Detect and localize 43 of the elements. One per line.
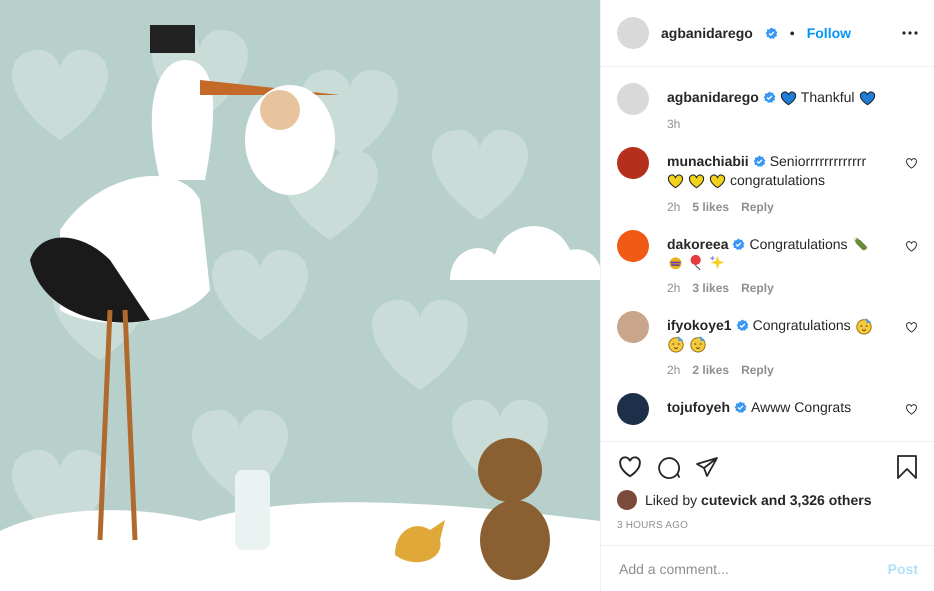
comment-text: congratulations	[730, 171, 825, 190]
comment-likes[interactable]: 5 likes	[692, 200, 730, 214]
comment-username[interactable]: tojufoyeh	[667, 398, 730, 417]
party-face-icon	[667, 335, 685, 353]
separator-dot: •	[790, 25, 795, 41]
share-icon[interactable]	[695, 455, 719, 479]
liker-avatar[interactable]	[617, 490, 637, 510]
like-icon[interactable]	[617, 454, 643, 480]
party-face-icon	[854, 316, 873, 334]
comment-time: 2h	[667, 281, 680, 295]
like-comment-icon[interactable]	[905, 321, 918, 334]
like-comment-icon[interactable]	[905, 157, 918, 170]
comment-username[interactable]: ifyokoye1	[667, 316, 732, 335]
comment-username[interactable]: dakoreea	[667, 235, 728, 254]
comment-username[interactable]: agbanidarego	[667, 88, 759, 107]
comment-icon[interactable]	[657, 455, 681, 479]
comment-avatar[interactable]	[617, 393, 649, 425]
comment-text: Thankful	[800, 88, 854, 107]
party-face-icon	[689, 335, 707, 353]
comment-time: 2h	[667, 363, 680, 377]
comment-avatar[interactable]	[617, 147, 649, 179]
sparkles-icon	[709, 254, 726, 271]
comment-text: Awww Congrats	[751, 398, 852, 417]
reply-link[interactable]: Reply	[741, 363, 774, 377]
comment-likes[interactable]: 2 likes	[692, 363, 730, 377]
reply-link[interactable]: Reply	[741, 200, 774, 214]
comment-likes[interactable]: 3 likes	[692, 281, 730, 295]
bookmark-icon[interactable]	[896, 455, 918, 479]
likes-text: Liked by cutevick and 3,326 others	[645, 492, 872, 508]
comment-username[interactable]: munachiabii	[667, 152, 749, 171]
reply-link[interactable]: Reply	[741, 281, 774, 295]
bottle-icon	[852, 236, 869, 253]
comment-text: Seniorrrrrrrrrrrrr	[770, 152, 866, 171]
like-comment-icon[interactable]	[905, 240, 918, 253]
follow-link[interactable]: Follow	[806, 25, 852, 41]
comment-text: Congratulations	[752, 316, 851, 335]
comment-text: Congratulations	[749, 235, 848, 254]
more-options-icon[interactable]	[902, 31, 918, 35]
like-comment-icon[interactable]	[905, 403, 918, 416]
comment-time: 3h	[667, 117, 680, 131]
post-timestamp: 3 HOURS AGO	[616, 519, 690, 533]
comment-time: 2h	[667, 200, 680, 214]
username[interactable]: agbanidarego	[661, 25, 753, 41]
